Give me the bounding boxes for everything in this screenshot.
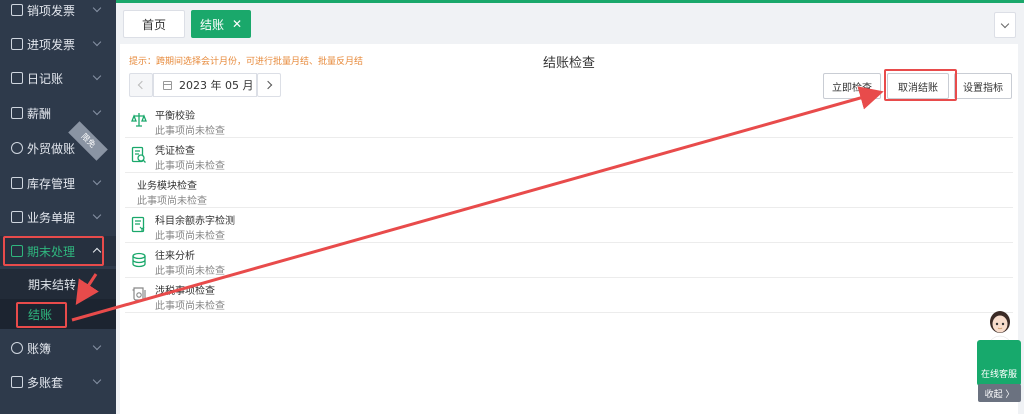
check-status: 此事项尚未检查 xyxy=(155,301,225,312)
check-item-receivables-analysis: 往来分析 此事项尚未检查 xyxy=(125,243,1013,278)
books-icon xyxy=(11,376,23,388)
check-name: 业务模块检查 xyxy=(137,181,197,192)
warehouse-icon xyxy=(11,177,23,189)
document-icon xyxy=(11,211,23,223)
sidebar-item-label: 日记账 xyxy=(27,71,64,86)
check-name: 往来分析 xyxy=(155,251,195,262)
check-name: 平衡校验 xyxy=(155,111,195,122)
sidebar-item-label: 进项发票 xyxy=(27,37,76,52)
check-item-account-deficit: 科目余额赤字检测 此事项尚未检查 xyxy=(125,208,1013,243)
tab-menu-button[interactable] xyxy=(994,12,1016,38)
check-status: 此事项尚未检查 xyxy=(137,196,207,207)
yen-icon xyxy=(11,342,23,354)
online-support-button[interactable]: 在线客服 xyxy=(977,340,1021,386)
tab-home[interactable]: 首页 xyxy=(123,10,185,38)
check-status: 此事项尚未检查 xyxy=(155,231,225,242)
annotation-box-period-end xyxy=(3,236,104,266)
balance-scale-icon xyxy=(131,111,147,129)
voucher-search-icon xyxy=(131,146,147,164)
ledger-icon xyxy=(11,72,23,84)
page-title: 结账检查 xyxy=(542,56,595,71)
tab-bar: 首页 结账 ✕ xyxy=(116,3,1024,41)
check-now-button[interactable]: 立即检查 xyxy=(823,73,881,99)
collapse-support-button[interactable]: 收起 〉 xyxy=(978,384,1021,402)
set-indicators-button[interactable]: 设置指标 xyxy=(954,73,1012,99)
sidebar-subitem-period-transfer[interactable]: 期末结转 xyxy=(0,269,116,299)
period-picker[interactable]: 2023 年 05 月 xyxy=(153,73,257,97)
sidebar-item-multi-books[interactable]: 多账套 xyxy=(0,367,116,397)
sidebar-item-label: 业务单据 xyxy=(27,210,76,225)
check-name: 凭证检查 xyxy=(155,146,195,157)
chevron-left-icon xyxy=(137,80,147,90)
support-agent-avatar xyxy=(990,311,1010,341)
check-name: 涉税事项检查 xyxy=(155,286,215,297)
chevron-down-icon xyxy=(92,37,102,47)
check-item-balance: 平衡校验 此事项尚未检查 xyxy=(125,103,1013,138)
tab-label: 首页 xyxy=(141,17,166,32)
tab-close-books[interactable]: 结账 ✕ xyxy=(191,10,251,38)
account-deficit-icon xyxy=(131,216,147,234)
sidebar-item-label: 外贸做账 xyxy=(27,141,76,156)
chevron-down-icon xyxy=(92,106,102,116)
check-status: 此事项尚未检查 xyxy=(155,126,225,137)
check-item-business-modules: 业务模块检查 此事项尚未检查 xyxy=(125,173,1013,208)
globe-icon xyxy=(11,142,23,154)
sidebar-item-inventory[interactable]: 库存管理 xyxy=(0,168,116,198)
sidebar-subitem-label: 期末结转 xyxy=(28,277,77,292)
invoice-icon xyxy=(11,4,23,16)
sidebar-item-sales-invoice[interactable]: 销项发票 xyxy=(0,0,116,25)
check-item-tax: 涉税事项检查 此事项尚未检查 xyxy=(125,278,1013,313)
chevron-down-icon xyxy=(92,176,102,186)
prev-period-button[interactable] xyxy=(129,73,153,97)
sidebar-item-journal[interactable]: 日记账 xyxy=(0,63,116,93)
check-status: 此事项尚未检查 xyxy=(155,266,225,277)
chevron-down-icon xyxy=(92,341,102,351)
check-item-voucher: 凭证检查 此事项尚未检查 xyxy=(125,138,1013,173)
chevron-right-icon xyxy=(263,80,273,90)
next-period-button[interactable] xyxy=(257,73,281,97)
annotation-box-cancel-close xyxy=(884,69,957,101)
sidebar-item-label: 库存管理 xyxy=(27,176,76,191)
chevron-down-icon xyxy=(92,71,102,81)
tab-label: 结账 xyxy=(199,17,224,32)
sidebar-item-purchase-invoice[interactable]: 进项发票 xyxy=(0,29,116,59)
sidebar-item-label: 账簿 xyxy=(27,341,52,356)
sidebar-item-label: 薪酬 xyxy=(27,106,52,121)
invoice-icon xyxy=(11,38,23,50)
sidebar-item-books[interactable]: 账簿 xyxy=(0,333,116,363)
check-name: 科目余额赤字检测 xyxy=(155,216,235,227)
chevron-down-icon xyxy=(92,375,102,385)
chevron-down-icon xyxy=(92,3,102,13)
online-support-widget[interactable]: 在线客服 xyxy=(977,310,1021,386)
sidebar: 销项发票 进项发票 日记账 薪酬 外贸做账 限免 库存管理 业务单据 期末处理 … xyxy=(0,0,116,414)
salary-icon xyxy=(11,107,23,119)
calendar-icon xyxy=(163,80,172,90)
sidebar-item-label: 多账套 xyxy=(27,375,64,390)
check-status: 此事项尚未检查 xyxy=(155,161,225,172)
chevron-down-icon xyxy=(1000,19,1010,29)
check-list: 平衡校验 此事项尚未检查 凭证检查 此事项尚未检查 业务模块检查 此事项尚未检查… xyxy=(125,103,1013,313)
close-icon[interactable]: ✕ xyxy=(232,17,242,31)
sidebar-item-business-docs[interactable]: 业务单据 xyxy=(0,202,116,232)
sidebar-item-label: 销项发票 xyxy=(27,3,76,18)
online-support-label: 在线客服 xyxy=(980,370,1017,380)
period-value: 2023 年 05 月 xyxy=(179,79,254,92)
annotation-box-close-books xyxy=(16,302,67,328)
chevron-down-icon xyxy=(92,210,102,220)
coins-icon xyxy=(131,251,147,269)
tax-scroll-icon xyxy=(131,286,147,304)
sidebar-item-salary[interactable]: 薪酬 xyxy=(0,98,116,128)
